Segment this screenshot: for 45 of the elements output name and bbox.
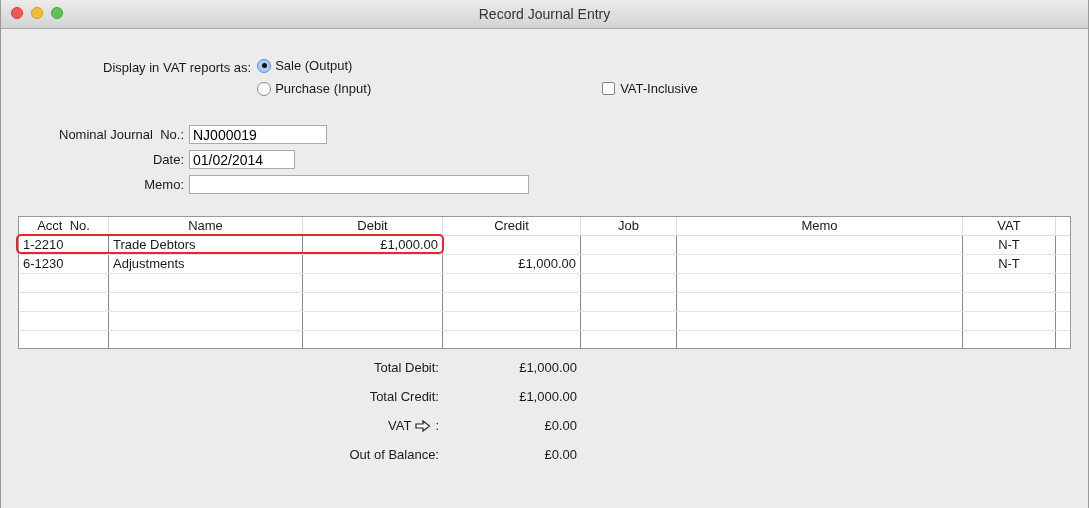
column-header[interactable]: Job xyxy=(581,217,677,235)
column-header[interactable]: Name xyxy=(109,217,303,235)
arrow-icon xyxy=(415,419,432,432)
vat-inclusive-checkbox[interactable]: VAT-Inclusive xyxy=(602,81,698,96)
radio-button[interactable] xyxy=(257,58,272,73)
total-value: £0.00 xyxy=(543,418,577,433)
table-cell: N-T xyxy=(963,236,1056,254)
column-header[interactable]: Credit xyxy=(443,217,581,235)
radio-option[interactable]: Purchase (Input) xyxy=(257,81,603,96)
table-cell: Trade Debtors xyxy=(109,236,303,254)
table-cell: N-T xyxy=(963,255,1056,273)
window-title: Record Journal Entry xyxy=(478,6,611,22)
field-label: Nominal Journal No.: xyxy=(58,127,184,142)
column-header[interactable]: Acct No. xyxy=(19,217,109,235)
input-field[interactable]: NJ000019 xyxy=(189,125,327,144)
checkbox[interactable] xyxy=(602,82,616,95)
column-header[interactable]: VAT xyxy=(963,217,1056,235)
zoom-icon[interactable] xyxy=(51,7,63,19)
radio-option[interactable]: Sale (Output) xyxy=(257,58,603,73)
total-value: £1,000.00 xyxy=(518,360,577,375)
table-cell: 6-1230 xyxy=(19,255,109,273)
radio-button[interactable] xyxy=(257,81,272,96)
column-header[interactable]: Memo xyxy=(677,217,963,235)
table-cell: Adjustments xyxy=(109,255,303,273)
table-cell: 1-2210 xyxy=(19,236,109,254)
close-icon[interactable] xyxy=(11,7,23,19)
total-value: £0.00 xyxy=(543,447,577,462)
field-label: Date: xyxy=(151,152,184,167)
vat-display-label: Display in VAT reports as: xyxy=(103,59,252,77)
total-label: Total Debit: xyxy=(373,360,439,375)
minimize-icon[interactable] xyxy=(31,7,43,19)
input-field[interactable]: 01/02/2014 xyxy=(189,150,295,169)
checkbox-label: VAT-Inclusive xyxy=(620,81,698,96)
total-label: Out of Balance: xyxy=(349,447,439,462)
field-label: Memo: xyxy=(143,177,184,192)
table-cell: £1,000.00 xyxy=(303,236,443,254)
total-value: £1,000.00 xyxy=(518,389,577,404)
column-header[interactable]: Debit xyxy=(303,217,443,235)
radio-label: Purchase (Input) xyxy=(275,81,372,96)
total-label: Total Credit: xyxy=(369,389,439,404)
total-label-colon: : xyxy=(435,418,439,433)
radio-label: Sale (Output) xyxy=(275,58,353,73)
table-cell: £1,000.00 xyxy=(443,255,581,273)
input-field[interactable] xyxy=(189,175,529,194)
total-label: VAT xyxy=(388,418,412,433)
